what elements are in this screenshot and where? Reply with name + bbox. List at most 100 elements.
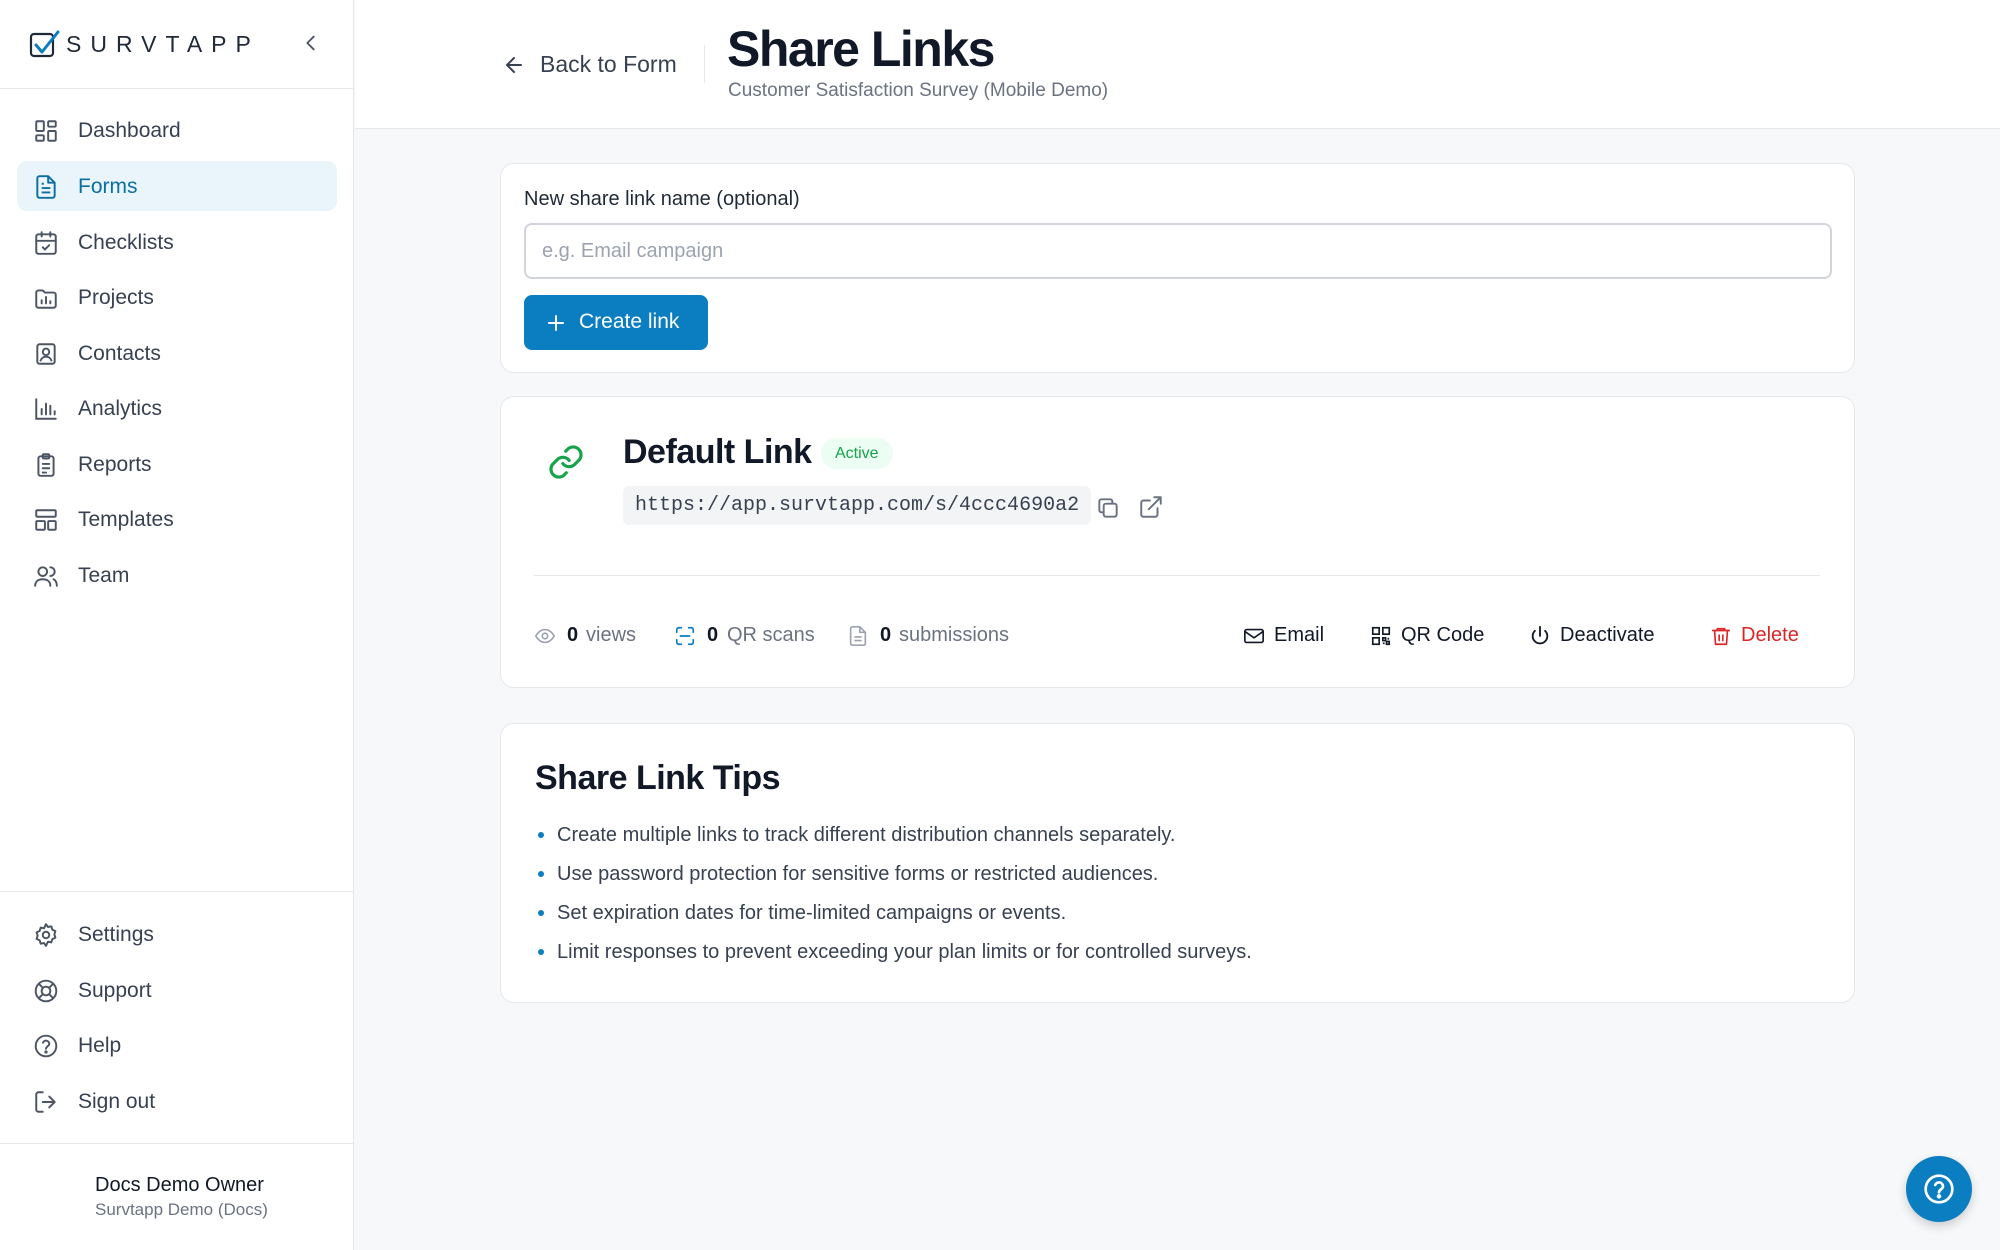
qr-code-label: QR Code bbox=[1401, 624, 1485, 646]
sidebar-item-forms[interactable]: Forms bbox=[17, 161, 337, 211]
sidebar: SURVTAPP Dashboard Forms Checklists Proj… bbox=[0, 0, 354, 1250]
delete-label: Delete bbox=[1741, 624, 1799, 646]
views-label: views bbox=[586, 624, 637, 646]
header-separator bbox=[704, 45, 705, 83]
gear-icon bbox=[35, 923, 57, 947]
sidebar-item-support[interactable]: Support bbox=[17, 965, 337, 1015]
sign-out-icon bbox=[35, 1091, 56, 1113]
create-link-button[interactable]: Create link bbox=[524, 295, 708, 350]
help-chat-button[interactable] bbox=[1906, 1156, 1972, 1222]
external-link-icon[interactable] bbox=[1138, 494, 1164, 520]
sidebar-item-label: Settings bbox=[78, 923, 154, 946]
status-badge: Active bbox=[821, 438, 893, 469]
share-link-name-label: New share link name (optional) bbox=[524, 188, 800, 210]
submissions-stat: 0 submissions bbox=[847, 623, 1017, 651]
delete-button[interactable]: Delete bbox=[1710, 619, 1810, 653]
arrow-left-icon bbox=[506, 57, 522, 73]
sidebar-divider bbox=[0, 891, 354, 892]
tip-text: Set expiration dates for time-limited ca… bbox=[557, 902, 1067, 924]
copy-icon[interactable] bbox=[1095, 495, 1121, 521]
sidebar-item-reports[interactable]: Reports bbox=[17, 439, 337, 489]
chevron-left-icon[interactable] bbox=[300, 32, 322, 54]
sidebar-item-label: Sign out bbox=[78, 1090, 156, 1113]
create-link-label: Create link bbox=[579, 310, 680, 333]
qr-scans-stat: 0 QR scans bbox=[674, 623, 824, 651]
top-bar: Back to Form Share Links Customer Satisf… bbox=[355, 0, 2000, 129]
bar-chart-icon bbox=[35, 398, 57, 420]
share-link-card: Default Link Active https://app.survtapp… bbox=[500, 396, 1855, 688]
clipboard-icon bbox=[37, 453, 55, 477]
user-name: Docs Demo Owner bbox=[95, 1174, 264, 1196]
card-divider bbox=[534, 575, 1820, 576]
submissions-count: 0 bbox=[880, 624, 892, 646]
help-circle-icon bbox=[34, 1034, 58, 1058]
file-text-icon bbox=[36, 175, 56, 199]
dashboard-icon bbox=[35, 120, 57, 142]
bullet-dot bbox=[538, 949, 544, 955]
brand-name: SURVTAPP bbox=[66, 31, 260, 57]
user-org: Survtapp Demo (Docs) bbox=[95, 1200, 268, 1219]
sidebar-item-help[interactable]: Help bbox=[17, 1020, 337, 1070]
check-box-logo-icon bbox=[29, 30, 60, 58]
deactivate-label: Deactivate bbox=[1560, 624, 1655, 646]
qr-code-icon bbox=[1371, 626, 1391, 646]
layout-icon bbox=[35, 509, 57, 531]
qr-scans-label: QR scans bbox=[727, 624, 815, 646]
sidebar-item-checklists[interactable]: Checklists bbox=[17, 217, 337, 267]
create-link-card: New share link name (optional) Create li… bbox=[500, 163, 1855, 373]
tip-text: Use password protection for sensitive fo… bbox=[557, 863, 1159, 885]
sidebar-item-dashboard[interactable]: Dashboard bbox=[17, 105, 337, 155]
share-link-tips-card: Share Link Tips Create multiple links to… bbox=[500, 723, 1855, 1003]
mail-icon bbox=[1244, 628, 1264, 644]
calendar-check-icon bbox=[35, 231, 57, 255]
back-link-label: Back to Form bbox=[540, 51, 677, 77]
link-icon bbox=[549, 445, 583, 479]
bullet-dot bbox=[538, 910, 544, 916]
sidebar-item-label: Team bbox=[78, 564, 130, 587]
sidebar-item-label: Projects bbox=[78, 286, 154, 309]
views-count: 0 bbox=[567, 624, 579, 646]
email-label: Email bbox=[1274, 624, 1325, 646]
folder-chart-icon bbox=[35, 289, 57, 309]
share-link-name-input[interactable] bbox=[524, 223, 1832, 279]
bullet-dot bbox=[538, 832, 544, 838]
contact-icon bbox=[36, 343, 56, 365]
plus-icon bbox=[548, 315, 564, 331]
sidebar-divider bbox=[0, 1143, 354, 1144]
power-icon bbox=[1531, 625, 1549, 645]
tips-title: Share Link Tips bbox=[535, 759, 781, 797]
page-subtitle: Customer Satisfaction Survey (Mobile Dem… bbox=[728, 80, 1109, 101]
qr-code-button[interactable]: QR Code bbox=[1370, 619, 1490, 653]
sidebar-item-analytics[interactable]: Analytics bbox=[17, 383, 337, 433]
brand-header: SURVTAPP bbox=[0, 0, 354, 89]
qr-scans-count: 0 bbox=[707, 624, 719, 646]
share-link-name: Default Link bbox=[623, 433, 812, 471]
email-button[interactable]: Email bbox=[1243, 619, 1333, 653]
sidebar-item-sign-out[interactable]: Sign out bbox=[17, 1076, 337, 1126]
sidebar-item-label: Contacts bbox=[78, 342, 161, 365]
sidebar-item-label: Reports bbox=[78, 453, 152, 476]
tip-text: Create multiple links to track different… bbox=[557, 824, 1176, 846]
bullet-dot bbox=[538, 871, 544, 877]
sidebar-item-settings[interactable]: Settings bbox=[17, 909, 337, 959]
deactivate-button[interactable]: Deactivate bbox=[1529, 619, 1669, 653]
sidebar-item-label: Analytics bbox=[78, 397, 163, 420]
scan-icon bbox=[675, 626, 695, 646]
trash-icon bbox=[1711, 627, 1731, 646]
lifebuoy-icon bbox=[34, 979, 58, 1003]
sidebar-item-projects[interactable]: Projects bbox=[17, 272, 337, 322]
document-icon bbox=[849, 626, 867, 646]
tip-text: Limit responses to prevent exceeding you… bbox=[557, 941, 1252, 963]
sidebar-item-label: Forms bbox=[78, 175, 138, 198]
sidebar-item-label: Support bbox=[78, 979, 152, 1002]
sidebar-item-contacts[interactable]: Contacts bbox=[17, 328, 337, 378]
help-circle-icon bbox=[1924, 1174, 1954, 1204]
page-title: Share Links bbox=[727, 21, 995, 77]
sidebar-item-templates[interactable]: Templates bbox=[17, 494, 337, 544]
sidebar-item-team[interactable]: Team bbox=[17, 550, 337, 600]
sidebar-item-label: Templates bbox=[78, 508, 174, 531]
users-icon bbox=[34, 566, 58, 587]
views-stat: 0 views bbox=[534, 623, 644, 651]
share-link-url: https://app.survtapp.com/s/4ccc4690a2 bbox=[623, 486, 1092, 525]
sidebar-item-label: Help bbox=[78, 1034, 122, 1057]
